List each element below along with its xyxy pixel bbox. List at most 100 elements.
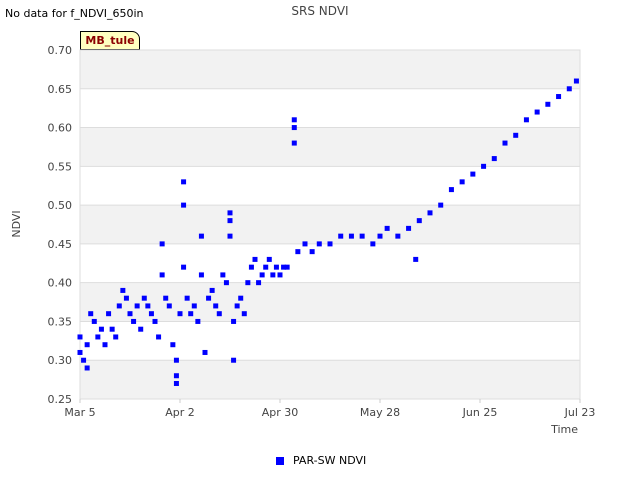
data-point	[534, 109, 540, 115]
data-point	[181, 179, 187, 185]
data-point	[502, 140, 508, 146]
y-tick-label: 0.35	[48, 315, 73, 328]
data-point	[491, 156, 497, 162]
x-axis-label: Time	[550, 423, 578, 436]
data-point	[406, 225, 412, 231]
data-point	[173, 373, 179, 379]
data-point	[141, 295, 147, 301]
grid-bands	[79, 49, 581, 400]
data-point	[413, 256, 419, 262]
data-point	[173, 380, 179, 386]
data-point	[206, 295, 212, 301]
data-point	[241, 311, 247, 317]
data-point	[220, 272, 226, 278]
data-point	[234, 303, 240, 309]
data-point	[302, 241, 308, 247]
grid-band	[80, 282, 580, 322]
data-point	[120, 287, 126, 293]
data-point	[438, 202, 444, 208]
data-point	[309, 249, 315, 255]
data-point	[84, 342, 90, 348]
data-point	[159, 272, 165, 278]
data-point	[173, 357, 179, 363]
y-tick-label: 0.50	[48, 199, 73, 212]
data-point	[384, 225, 390, 231]
data-point	[84, 365, 90, 371]
y-tick-label: 0.70	[48, 44, 73, 57]
data-point	[123, 295, 129, 301]
data-point	[159, 241, 165, 247]
y-tick-label: 0.55	[48, 160, 73, 173]
data-point	[156, 334, 162, 340]
grid-band	[80, 205, 580, 244]
data-point	[573, 78, 579, 84]
y-tick-label: 0.60	[48, 122, 73, 135]
y-tick-label: 0.25	[48, 393, 73, 406]
data-point	[102, 342, 108, 348]
data-point	[231, 318, 237, 324]
y-tick-label: 0.40	[48, 277, 73, 290]
data-point	[198, 233, 204, 239]
data-point	[291, 117, 297, 123]
data-point	[109, 326, 115, 332]
data-point	[270, 272, 276, 278]
data-point	[359, 233, 365, 239]
y-tick-label: 0.45	[48, 238, 73, 251]
data-point	[209, 287, 215, 293]
data-point	[227, 210, 233, 216]
data-point	[177, 311, 183, 317]
legend-label: PAR-SW NDVI	[293, 454, 367, 467]
data-point	[148, 311, 154, 317]
grid-band	[80, 50, 580, 89]
data-point	[556, 94, 562, 100]
x-axis-ticks: Mar 5 Apr 2 Apr 30 May 28 Jun 25 Jul 23	[64, 399, 595, 419]
data-point	[213, 303, 219, 309]
data-point	[88, 311, 94, 317]
data-point	[416, 218, 422, 224]
data-point	[191, 303, 197, 309]
data-point	[238, 295, 244, 301]
data-point	[166, 303, 172, 309]
grid-band	[80, 127, 580, 167]
y-tick-label: 0.30	[48, 354, 73, 367]
data-point	[77, 349, 83, 355]
data-point	[277, 272, 283, 278]
y-axis-ticks: 0.25 0.30 0.35 0.40 0.45 0.50 0.55 0.60 0.65 0.70	[48, 44, 73, 406]
data-point	[273, 264, 279, 270]
data-point	[170, 342, 176, 348]
data-point	[523, 117, 529, 123]
legend: PAR-SW NDVI	[276, 454, 366, 467]
data-point	[198, 272, 204, 278]
data-point	[181, 264, 187, 270]
data-point	[481, 163, 487, 169]
x-tick-label: Jul 23	[564, 406, 596, 419]
data-point	[370, 241, 376, 247]
data-point	[248, 264, 254, 270]
y-axis-label: NDVI	[10, 210, 23, 237]
data-point	[338, 233, 344, 239]
data-point	[113, 334, 119, 340]
data-point	[184, 295, 190, 301]
data-point	[227, 233, 233, 239]
data-point	[131, 318, 137, 324]
x-tick-label: Jun 25	[462, 406, 498, 419]
x-tick-label: Apr 2	[165, 406, 195, 419]
data-point	[395, 233, 401, 239]
data-point	[448, 187, 454, 193]
data-point	[202, 349, 208, 355]
data-point	[245, 280, 251, 286]
data-point	[348, 233, 354, 239]
data-point	[95, 334, 101, 340]
grid-band	[80, 360, 580, 399]
data-point	[377, 233, 383, 239]
data-point	[195, 318, 201, 324]
data-point	[470, 171, 476, 177]
data-point	[91, 318, 97, 324]
x-tick-label: Mar 5	[64, 406, 95, 419]
data-point	[163, 295, 169, 301]
data-point	[188, 311, 194, 317]
legend-swatch	[276, 456, 284, 465]
data-point	[291, 140, 297, 146]
data-point	[266, 256, 272, 262]
data-point	[227, 218, 233, 224]
